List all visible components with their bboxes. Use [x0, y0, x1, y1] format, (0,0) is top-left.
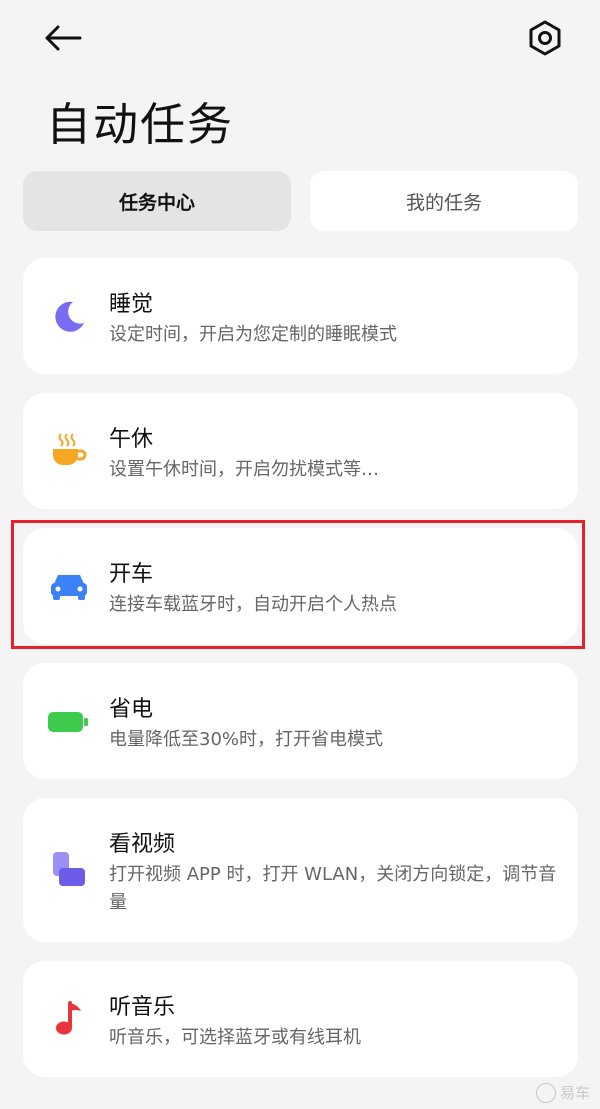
- tab-bar: 任务中心 我的任务: [23, 171, 578, 231]
- watermark-text: 易车: [559, 1084, 590, 1102]
- task-card-power-saving[interactable]: 省电 电量降低至30%时，打开省电模式: [23, 663, 578, 779]
- task-description: 设置午休时间，开启勿扰模式等…: [109, 459, 379, 480]
- task-card-driving[interactable]: 开车 连接车载蓝牙时，自动开启个人热点: [23, 528, 578, 644]
- task-description: 打开视频 APP 时，打开 WLAN，关闭方向锁定，调节音量: [109, 864, 557, 913]
- auto-tasks-screen: 自动任务 任务中心 我的任务 睡觉 设定时间，开启为您定制的睡眠模式 午休 设置…: [0, 0, 600, 1109]
- tab-task-center[interactable]: 任务中心: [23, 171, 291, 231]
- task-title: 省电: [109, 697, 154, 722]
- task-card-video[interactable]: 看视频 打开视频 APP 时，打开 WLAN，关闭方向锁定，调节音量: [23, 798, 578, 942]
- moon-icon: [50, 298, 88, 336]
- back-button[interactable]: [38, 16, 88, 60]
- task-title: 睡觉: [109, 292, 154, 317]
- watermark: 易车: [535, 1082, 590, 1103]
- tab-my-tasks[interactable]: 我的任务: [310, 171, 578, 231]
- task-title: 看视频: [109, 832, 176, 857]
- settings-button[interactable]: [522, 15, 568, 61]
- coffee-cup-icon: [50, 431, 88, 469]
- video-icon: [50, 850, 88, 888]
- task-description: 连接车载蓝牙时，自动开启个人热点: [109, 594, 397, 615]
- task-card-music[interactable]: 听音乐 听音乐，可选择蓝牙或有线耳机: [23, 961, 578, 1077]
- arrow-left-icon: [45, 25, 82, 51]
- page-title: 自动任务: [46, 98, 235, 151]
- task-description: 电量降低至30%时，打开省电模式: [109, 729, 384, 750]
- task-title: 午休: [109, 427, 154, 452]
- task-card-nap[interactable]: 午休 设置午休时间，开启勿扰模式等…: [23, 393, 578, 509]
- task-description: 设定时间，开启为您定制的睡眠模式: [109, 324, 397, 345]
- task-title: 开车: [109, 562, 154, 587]
- car-icon: [50, 567, 88, 605]
- top-bar: [0, 0, 600, 78]
- gear-hexagon-icon: [529, 20, 561, 56]
- music-note-icon: [50, 999, 88, 1037]
- task-card-sleep[interactable]: 睡觉 设定时间，开启为您定制的睡眠模式: [23, 258, 578, 374]
- task-description: 听音乐，可选择蓝牙或有线耳机: [109, 1027, 361, 1048]
- watermark-logo-icon: [535, 1082, 556, 1103]
- task-title: 听音乐: [109, 995, 176, 1020]
- battery-icon: [47, 703, 89, 741]
